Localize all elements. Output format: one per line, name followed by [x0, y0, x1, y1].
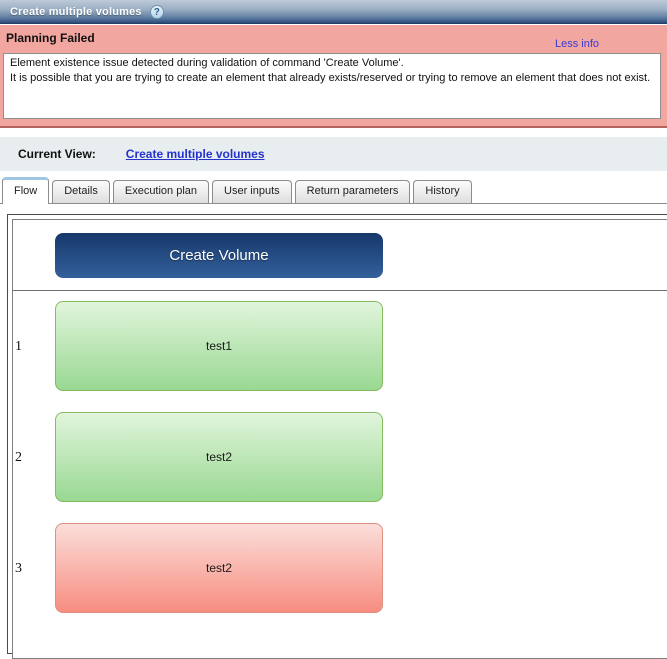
flow-diagram: Create Volume 1 test1 2 test2 3 test2	[12, 219, 667, 659]
tab-details[interactable]: Details	[52, 180, 110, 203]
flow-step-node[interactable]: test2	[55, 412, 383, 502]
error-message-box: Element existence issue detected during …	[3, 53, 661, 119]
error-banner: Planning Failed Less info Element existe…	[0, 25, 667, 128]
window-titlebar: Create multiple volumes ?	[0, 0, 667, 24]
help-icon[interactable]: ?	[149, 4, 164, 19]
less-info-link[interactable]: Less info	[555, 38, 599, 50]
current-view-bar: Current View: Create multiple volumes	[0, 137, 667, 171]
flow-row: 1 test1	[13, 291, 667, 402]
tab-user-inputs[interactable]: User inputs	[212, 180, 292, 203]
flow-row-number: 3	[15, 560, 22, 576]
flow-step-node[interactable]: test2	[55, 523, 383, 613]
flow-panel: Create Volume 1 test1 2 test2 3 test2	[7, 214, 667, 659]
current-view-link[interactable]: Create multiple volumes	[126, 147, 265, 161]
flow-row: 2 test2	[13, 402, 667, 513]
flow-row-number: 2	[15, 449, 22, 465]
tab-flow[interactable]: Flow	[2, 177, 50, 204]
tab-execution-plan[interactable]: Execution plan	[112, 180, 210, 203]
flow-row: 3 test2	[13, 513, 667, 624]
flow-row-number: 1	[15, 338, 22, 354]
tab-return-parameters[interactable]: Return parameters	[294, 180, 411, 203]
current-view-label: Current View:	[18, 147, 96, 161]
error-message-line2: It is possible that you are trying to cr…	[10, 72, 651, 84]
flow-step-node[interactable]: test1	[55, 301, 383, 391]
window-title: Create multiple volumes	[10, 5, 142, 18]
tab-strip: Flow Details Execution plan User inputs Retu…	[0, 177, 667, 204]
flow-header-row: Create Volume	[13, 220, 667, 291]
error-title: Planning Failed	[6, 31, 95, 45]
flow-header-node[interactable]: Create Volume	[55, 233, 383, 278]
tab-history[interactable]: History	[413, 180, 472, 203]
error-message-line1: Element existence issue detected during …	[10, 57, 404, 69]
